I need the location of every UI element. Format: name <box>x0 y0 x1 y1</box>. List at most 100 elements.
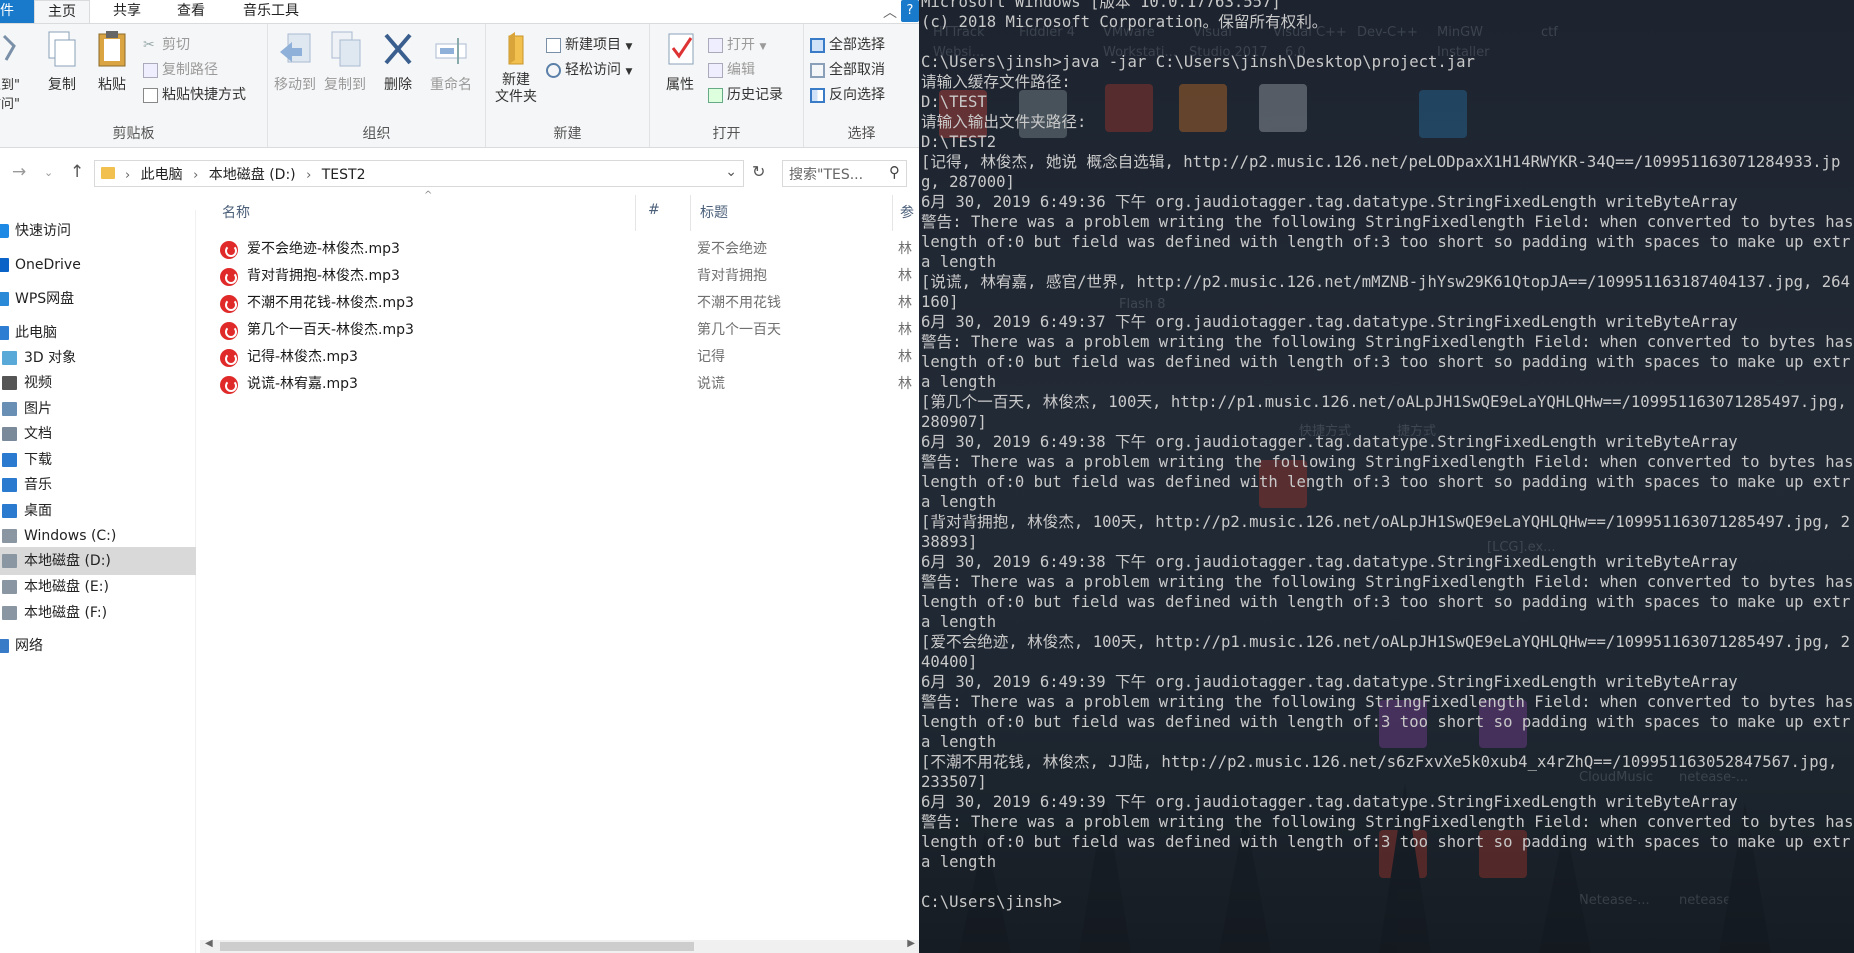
ribbon: 至到" 访问" 复制 粘贴 ✂ 剪切 复制路径 粘贴快捷方式 剪贴板 移动到 <box>0 23 919 148</box>
console-output[interactable]: Microsoft Windows [版本 10.0.17763.557] (c… <box>921 0 1854 912</box>
file-name: 背对背拥抱-林俊杰.mp3 <box>247 268 400 284</box>
nav-item[interactable]: Windows (C:) <box>0 522 196 550</box>
clipboard-group-label: 剪贴板 <box>112 126 155 142</box>
organize-group-label: 组织 <box>362 126 391 142</box>
easy-access-button[interactable]: 轻松访问 ▼ <box>546 59 632 81</box>
open-button[interactable]: 打开 ▼ <box>708 34 766 56</box>
nav-item[interactable]: 快速访问 <box>0 217 196 245</box>
copy-to-button[interactable]: 复制到 <box>320 30 370 94</box>
cut-button[interactable]: ✂ 剪切 <box>143 34 190 56</box>
horizontal-scrollbar[interactable]: ◀ ▶ <box>200 938 919 953</box>
column-header-artist[interactable]: 参 <box>900 202 914 222</box>
file-artist: 林 <box>898 376 912 392</box>
breadcrumb-drive-d[interactable]: 本地磁盘 (D:) <box>209 167 296 183</box>
copy-icon <box>48 31 76 67</box>
nav-item[interactable]: 文档 <box>0 420 196 448</box>
organize-group: 移动到 复制到 删除 重命名 组织 <box>268 24 486 147</box>
pin-quick-access-button[interactable]: 至到" 访问" <box>0 30 28 112</box>
nav-item[interactable]: OneDrive <box>0 251 196 279</box>
tab-share[interactable]: 共享 <box>103 0 151 23</box>
breadcrumb-separator-icon: › <box>193 168 199 183</box>
move-to-button[interactable]: 移动到 <box>270 30 320 94</box>
column-header-number[interactable]: # <box>648 202 660 218</box>
paste-shortcut-button[interactable]: 粘贴快捷方式 <box>143 84 246 106</box>
collapse-ribbon-icon[interactable]: ︿ <box>883 2 897 22</box>
nav-item[interactable]: 本地磁盘 (F:) <box>0 599 196 627</box>
command-prompt-window[interactable]: HTTrack Fiddler 4 VMware Visual Visual C… <box>919 0 1854 953</box>
nav-item[interactable]: 音乐 <box>0 471 196 499</box>
new-item-button[interactable]: 新建项目 ▼ <box>546 34 632 56</box>
scroll-left-icon[interactable]: ◀ <box>205 938 213 949</box>
help-icon[interactable]: ? <box>901 0 919 22</box>
copy-path-icon <box>143 62 158 78</box>
nav-item[interactable]: 网络 <box>0 632 196 660</box>
forward-arrow-icon[interactable]: → <box>12 162 26 182</box>
new-folder-button[interactable]: 新建 文件夹 <box>492 30 540 106</box>
rename-label: 重命名 <box>430 77 472 93</box>
nav-item[interactable]: 本地磁盘 (E:) <box>0 573 196 601</box>
history-button[interactable]: 历史记录 <box>708 84 783 106</box>
refresh-icon[interactable]: ↻ <box>752 162 765 181</box>
invert-selection-label: 反向选择 <box>829 87 885 103</box>
breadcrumb-test2[interactable]: TEST2 <box>322 167 366 183</box>
nav-item[interactable]: 本地磁盘 (D:) <box>0 547 196 575</box>
edit-button[interactable]: 编辑 <box>708 59 755 81</box>
tab-file[interactable]: 件 <box>0 0 34 23</box>
nav-item-label: 桌面 <box>24 503 52 519</box>
folder-icon <box>101 167 115 179</box>
paste-button[interactable]: 粘贴 <box>92 30 132 94</box>
select-none-button[interactable]: 全部取消 <box>810 59 885 81</box>
address-dropdown-icon[interactable]: ⌄ <box>725 164 737 180</box>
nav-item[interactable]: 此电脑 <box>0 319 196 347</box>
file-row[interactable]: 记得-林俊杰.mp3 记得 林 <box>220 344 919 370</box>
column-header-name[interactable]: 名称 <box>222 202 250 222</box>
rename-button[interactable]: 重命名 <box>426 30 476 94</box>
properties-button[interactable]: 属性 <box>660 30 700 94</box>
column-divider[interactable] <box>635 195 636 231</box>
nav-item[interactable]: 下载 <box>0 446 196 474</box>
file-name: 爱不会绝迹-林俊杰.mp3 <box>247 241 400 257</box>
history-icon <box>708 87 723 103</box>
pin-label: 至到" 访问" <box>0 78 20 112</box>
column-divider[interactable] <box>892 195 893 231</box>
file-name: 不潮不用花钱-林俊杰.mp3 <box>247 295 414 311</box>
file-row[interactable]: 爱不会绝迹-林俊杰.mp3 爱不会绝迹 林 <box>220 236 919 262</box>
nav-item[interactable]: 图片 <box>0 395 196 423</box>
file-row[interactable]: 背对背拥抱-林俊杰.mp3 背对背拥抱 林 <box>220 263 919 289</box>
select-all-button[interactable]: 全部选择 <box>810 34 885 56</box>
invert-selection-icon <box>810 87 825 103</box>
nav-item-label: Windows (C:) <box>24 528 117 544</box>
file-row[interactable]: 不潮不用花钱-林俊杰.mp3 不潮不用花钱 林 <box>220 290 919 316</box>
invert-selection-button[interactable]: 反向选择 <box>810 84 885 106</box>
scrollbar-thumb[interactable] <box>220 942 694 951</box>
copy-to-label: 复制到 <box>324 77 366 93</box>
copy-path-button[interactable]: 复制路径 <box>143 59 218 81</box>
copy-to-icon <box>331 31 361 67</box>
document-icon <box>2 427 17 441</box>
copy-button[interactable]: 复制 <box>42 30 82 94</box>
scroll-right-icon[interactable]: ▶ <box>907 938 915 949</box>
breadcrumb-this-pc[interactable]: 此电脑 <box>141 167 183 183</box>
nav-item-label: 本地磁盘 (D:) <box>24 553 111 569</box>
recent-locations-icon[interactable]: ⌄ <box>44 166 53 179</box>
file-row[interactable]: 第几个一百天-林俊杰.mp3 第几个一百天 林 <box>220 317 919 343</box>
nav-item[interactable]: WPS网盘 <box>0 285 196 313</box>
tab-view[interactable]: 查看 <box>167 0 215 23</box>
search-placeholder: 搜索"TES... <box>789 167 864 183</box>
nav-item-label: 网络 <box>15 638 43 654</box>
column-divider[interactable] <box>690 195 691 231</box>
file-row[interactable]: 说谎-林宥嘉.mp3 说谎 林 <box>220 371 919 397</box>
address-bar[interactable]: › 此电脑 › 本地磁盘 (D:) › TEST2 ⌄ <box>94 160 744 187</box>
file-title: 爱不会绝迹 <box>697 241 767 257</box>
delete-button[interactable]: 删除 <box>378 30 418 94</box>
nav-item[interactable]: 桌面 <box>0 497 196 525</box>
nav-item[interactable]: 3D 对象 <box>0 344 196 372</box>
up-arrow-icon[interactable]: ↑ <box>70 162 84 182</box>
nav-item[interactable]: 视频 <box>0 369 196 397</box>
netease-music-file-icon <box>220 268 238 286</box>
tab-music-tools[interactable]: 音乐工具 <box>233 0 309 23</box>
tab-home[interactable]: 主页 <box>34 0 90 24</box>
column-header-title[interactable]: 标题 <box>700 202 728 222</box>
search-input[interactable]: 搜索"TES... ⚲ <box>782 160 907 187</box>
drive-icon <box>2 529 17 543</box>
